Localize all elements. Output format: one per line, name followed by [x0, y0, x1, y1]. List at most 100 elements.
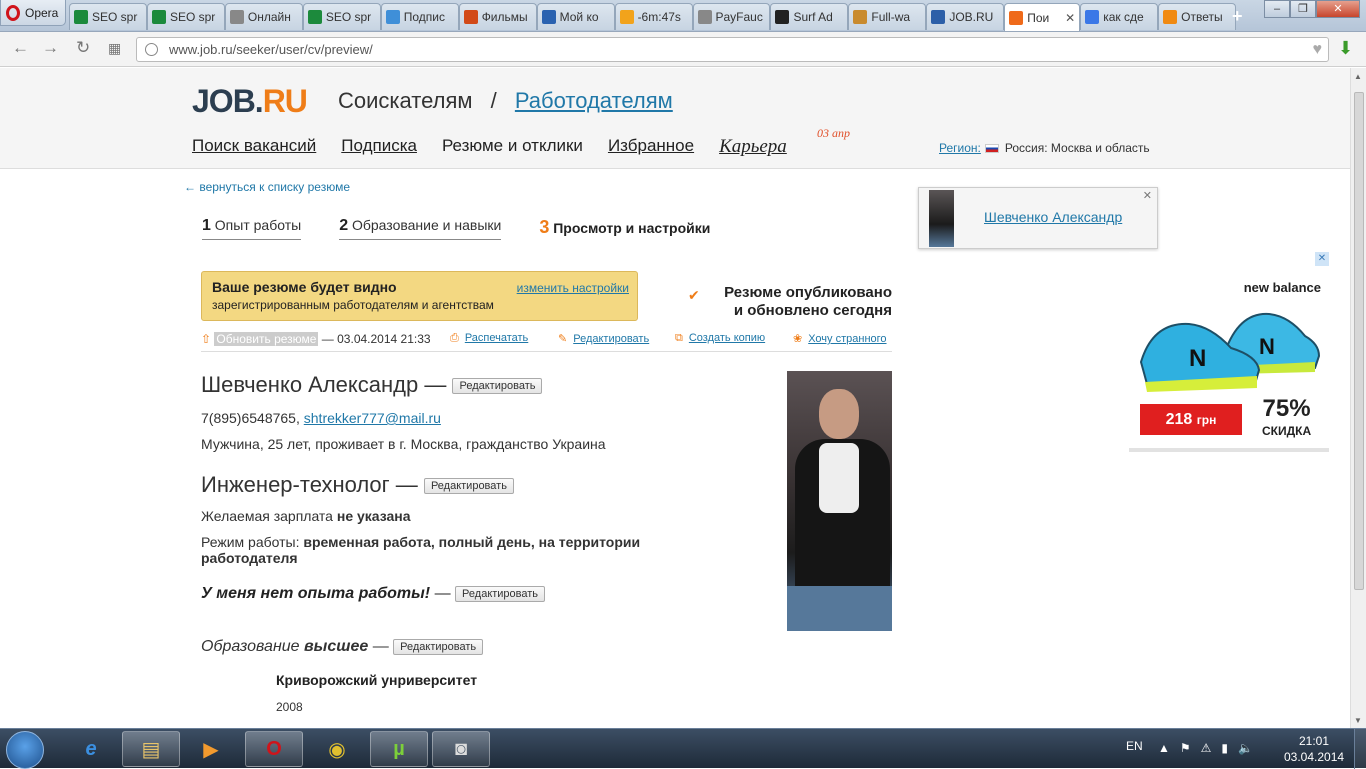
browser-tab[interactable]: -6m:47s — [614, 3, 693, 30]
speed-dial-grid-icon[interactable]: ▦ — [108, 40, 121, 57]
nav-favorites[interactable]: Избранное — [608, 136, 694, 158]
close-icon[interactable]: ✕ — [1143, 189, 1152, 202]
tab-title: Ответы — [1181, 10, 1223, 24]
show-desktop-button[interactable] — [1354, 729, 1366, 769]
copy-link[interactable]: ⧉ Создать копию — [675, 332, 765, 345]
explorer-folder-icon[interactable]: ▤ — [122, 731, 180, 767]
printer-icon: ⎙ — [450, 332, 459, 344]
edit-position-button[interactable]: Редактировать — [423, 478, 514, 495]
edit-experience-button[interactable]: Редактировать — [455, 585, 546, 602]
back-arrow-icon[interactable]: ← — [12, 38, 29, 58]
security-icon[interactable]: ⚠ — [1201, 741, 1212, 755]
ad-discount-value: 75% — [1262, 395, 1311, 422]
tab-title: как сде — [1103, 10, 1144, 24]
google-icon — [1085, 10, 1100, 24]
weird-link[interactable]: ❀ Хочу странного — [793, 332, 887, 345]
region-label[interactable]: Регион: — [939, 141, 981, 155]
minimize-button[interactable]: – — [1264, 0, 1290, 18]
url-field[interactable]: www.job.ru/seeker/user/cv/preview/ ♥ — [136, 37, 1329, 62]
ad-currency: грн — [1196, 413, 1217, 427]
media-player-icon[interactable]: ▶ — [182, 731, 240, 767]
scrollbar-thumb[interactable] — [1354, 92, 1364, 590]
ie-icon[interactable]: e — [62, 731, 120, 767]
camera-icon[interactable]: ◙ — [432, 731, 490, 767]
browser-tab[interactable]: Full-wa — [848, 3, 927, 30]
step-education[interactable]: 2 Образование и навыки — [339, 217, 502, 240]
banner-ad[interactable]: ✕ new balance N N 218 грн 75% СКИДКА — [1129, 252, 1329, 452]
flag-icon[interactable]: ⚑ — [1180, 741, 1191, 755]
opera-menu-button[interactable]: Opera — [0, 0, 66, 26]
checkmark-icon: ✔ — [688, 287, 700, 303]
page-icon — [229, 10, 244, 24]
change-settings-link[interactable]: изменить настройки — [517, 281, 629, 295]
browser-tab[interactable]: Пои ✕ — [1004, 3, 1081, 31]
page-scrollbar[interactable]: ▲ ▼ — [1350, 68, 1366, 728]
windows-taskbar: e ▤ ▶ O ◉ µ ◙ EN ▲ ⚑ ⚠ ▮ 🔈 21:01 03.04.2… — [0, 728, 1366, 769]
browser-tab[interactable]: как сде — [1080, 3, 1159, 30]
reload-icon[interactable]: ↻ — [76, 38, 90, 58]
scroll-up-arrow-icon[interactable]: ▲ — [1354, 72, 1362, 81]
mini-card-name[interactable]: Шевченко Александр — [984, 209, 1122, 225]
page-icon — [697, 10, 712, 24]
step-number: 2 — [339, 217, 349, 234]
opera-taskbar-icon[interactable]: O — [245, 731, 303, 767]
nav-career[interactable]: Карьера — [719, 136, 787, 158]
print-link[interactable]: ⎙ Распечатать — [450, 332, 528, 345]
resume-actions: ⇧ Обновить резюме — 03.04.2014 21:33 ⎙ Ра… — [201, 332, 892, 352]
wizard-steps: 1 Опыт работы 2 Образование и навыки 3 П… — [202, 217, 710, 240]
forward-arrow-icon[interactable]: → — [42, 38, 59, 58]
browser-tab[interactable]: Мой ко — [536, 3, 615, 30]
resume-preview: ← вернуться к списку резюме 1 Опыт работ… — [0, 169, 1350, 728]
nav-resumes[interactable]: Резюме и отклики — [442, 136, 583, 158]
browser-tab[interactable]: Подпис — [380, 3, 459, 30]
browser-tab[interactable]: SEO spr — [146, 3, 225, 30]
step-label: Опыт работы — [214, 217, 302, 233]
bookmark-heart-icon[interactable]: ♥ — [1313, 38, 1323, 61]
salary-value: не указана — [336, 508, 411, 524]
nav-subscription[interactable]: Подписка — [341, 136, 417, 158]
start-button[interactable] — [6, 731, 44, 769]
photo-shirt — [819, 443, 859, 513]
nav-search-vacancies[interactable]: Поиск вакансий — [192, 136, 316, 158]
svg-text:N: N — [1189, 345, 1206, 372]
employers-link[interactable]: Работодателям — [515, 88, 673, 113]
browser-tab[interactable]: SEO spr — [69, 3, 147, 30]
browser-tab[interactable]: Ответы — [1158, 3, 1237, 30]
ad-close-icon[interactable]: ✕ — [1315, 252, 1329, 266]
tab-title: Подпис — [403, 10, 445, 24]
ad-discount-label: СКИДКА — [1262, 424, 1312, 438]
edit-name-button[interactable]: Редактировать — [452, 378, 543, 395]
clock[interactable]: 21:01 03.04.2014 — [1284, 733, 1344, 765]
back-to-resumes-link[interactable]: ← вернуться к списку резюме — [184, 180, 350, 194]
tray-expand-icon[interactable]: ▲ — [1158, 741, 1170, 755]
update-resume-button[interactable]: Обновить резюме — [214, 332, 319, 346]
close-tab-icon[interactable]: ✕ — [1065, 11, 1075, 25]
step-experience[interactable]: 1 Опыт работы — [202, 217, 302, 240]
browser-tab[interactable]: SEO spr — [302, 3, 381, 30]
signal-icon[interactable]: ▮ — [1221, 741, 1228, 755]
weird-label: Хочу странного — [808, 333, 887, 345]
dollar-icon — [151, 10, 166, 24]
seekers-link[interactable]: Соискателям — [338, 88, 472, 113]
jobru-logo[interactable]: JOB.RU — [192, 83, 308, 120]
browser-tab[interactable]: PayFauc — [692, 3, 771, 30]
browser-tab[interactable]: JOB.RU — [926, 3, 1005, 30]
volume-icon[interactable]: 🔈 — [1238, 741, 1253, 755]
email-link[interactable]: shtrekker777@mail.ru — [304, 410, 441, 426]
edit-education-button[interactable]: Редактировать — [393, 638, 484, 655]
language-indicator[interactable]: EN — [1126, 739, 1143, 753]
utorrent-icon[interactable]: µ — [370, 731, 428, 767]
scroll-down-arrow-icon[interactable]: ▼ — [1354, 716, 1362, 725]
browser-tab[interactable]: Онлайн — [224, 3, 303, 30]
j-icon — [1009, 10, 1024, 25]
resume-mini-card[interactable]: Шевченко Александр ✕ — [918, 187, 1158, 249]
new-tab-button[interactable]: + — [1232, 6, 1243, 27]
edit-link[interactable]: ✎ Редактировать — [558, 332, 649, 345]
download-arrow-icon[interactable]: ⬇ — [1338, 38, 1353, 59]
maximize-button[interactable]: ❐ — [1290, 0, 1316, 18]
browser-tab[interactable]: Фильмы — [458, 3, 537, 30]
ad-price: 218 грн — [1140, 404, 1242, 435]
browser-tab[interactable]: Surf Ad — [770, 3, 849, 30]
close-window-button[interactable]: ✕ — [1316, 0, 1360, 18]
chrome-icon[interactable]: ◉ — [308, 731, 366, 767]
